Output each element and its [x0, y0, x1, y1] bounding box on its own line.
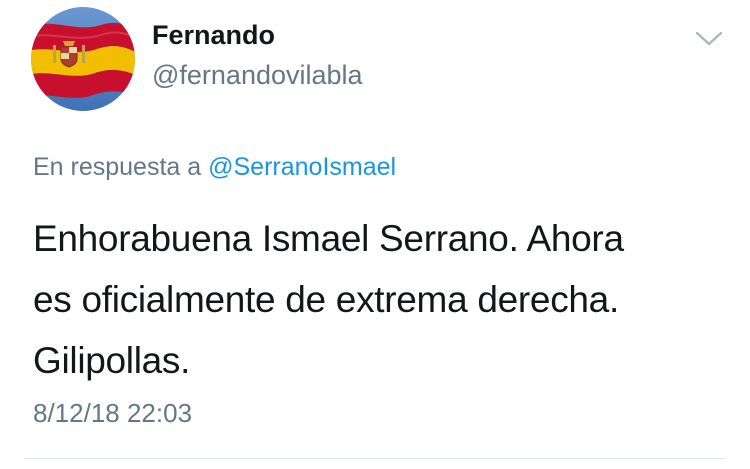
chevron-down-icon: [695, 31, 723, 46]
tweet-timestamp[interactable]: 8/12/18 22:03: [33, 398, 192, 429]
reply-context-prefix: En respuesta a: [33, 153, 209, 181]
author-block: Fernando @fernandovilabla: [152, 22, 363, 89]
reply-mention-link[interactable]: @SerranoIsmael: [208, 153, 396, 181]
tweet-menu-button[interactable]: [694, 28, 724, 50]
tweet-card: Fernando @fernandovilabla En respuesta a…: [0, 0, 750, 469]
spanish-flag-avatar-icon: [31, 7, 135, 111]
divider: [24, 458, 726, 459]
author-handle[interactable]: @fernandovilabla: [152, 62, 363, 89]
avatar[interactable]: [31, 7, 135, 111]
reply-context: En respuesta a @SerranoIsmael: [33, 153, 396, 182]
author-display-name[interactable]: Fernando: [152, 22, 363, 49]
tweet-text: Enhorabuena Ismael Serrano. Ahora es ofi…: [33, 218, 624, 381]
